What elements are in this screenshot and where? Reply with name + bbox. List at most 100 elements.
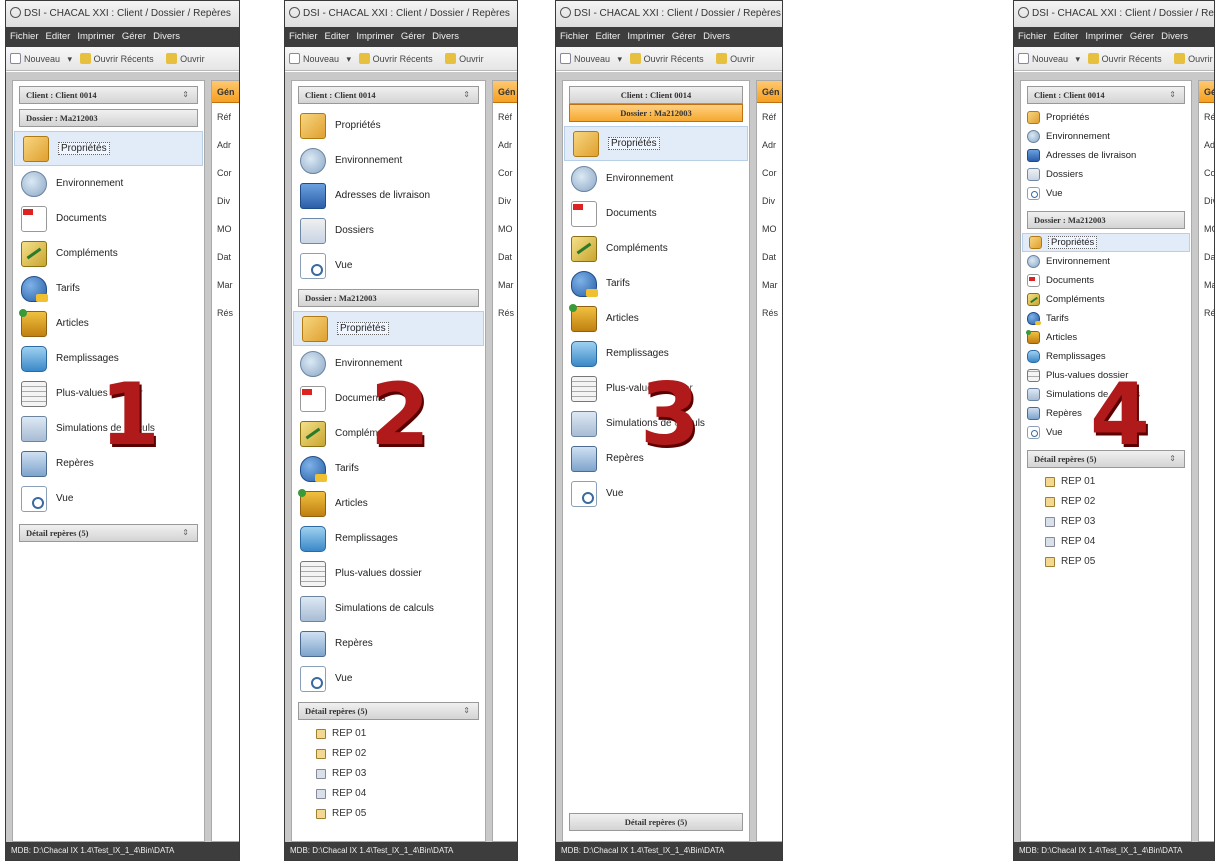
nav-item-plus-values[interactable]: Plus-values dossier [1021, 366, 1191, 385]
menu-editer[interactable]: Editer [325, 31, 350, 42]
menu-imprimer[interactable]: Imprimer [77, 31, 114, 42]
nav-item-dossiers[interactable]: Dossiers [1021, 165, 1191, 184]
nav-item-proprietes[interactable]: Propriétés [14, 131, 203, 166]
recent-button[interactable]: Ouvrir Récents [1087, 53, 1167, 64]
detail-section-header[interactable]: Détail repères (5) ⇕ [1027, 450, 1185, 468]
nav-item-documents[interactable]: Documents [13, 201, 204, 236]
client-section-header[interactable]: Client : Client 0014 [569, 86, 743, 104]
nav-item-tarifs[interactable]: Tarifs [292, 451, 485, 486]
nav-item-documents[interactable]: Documents [292, 381, 485, 416]
menu-gerer[interactable]: Gérer [672, 31, 696, 42]
menu-divers[interactable]: Divers [703, 31, 730, 42]
menu-editer[interactable]: Editer [46, 31, 71, 42]
menu-editer[interactable]: Editer [1054, 31, 1079, 42]
detail-section-header[interactable]: Détail repères (5) ⇕ [298, 702, 479, 720]
nav-item-environnement[interactable]: Environnement [13, 166, 204, 201]
nav-item-remplissages[interactable]: Remplissages [1021, 347, 1191, 366]
nav-item-vue[interactable]: Vue [13, 481, 204, 516]
dossier-section-header[interactable]: Dossier : Ma212003 [19, 109, 198, 127]
menu-gerer[interactable]: Gérer [122, 31, 146, 42]
nav-item-articles[interactable]: Articles [292, 486, 485, 521]
menu-fichier[interactable]: Fichier [289, 31, 318, 42]
repere-item[interactable]: REP 01 [292, 724, 485, 744]
open-button[interactable]: Ouvrir [166, 53, 210, 64]
client-section-header[interactable]: Client : Client 0014 ⇕ [1027, 86, 1185, 104]
client-section-header[interactable]: Client : Client 0014 ⇕ [19, 86, 198, 104]
nav-item-proprietes[interactable]: Propriétés [292, 108, 485, 143]
menu-fichier[interactable]: Fichier [560, 31, 589, 42]
nav-item-vue[interactable]: Vue [563, 476, 749, 511]
recent-button[interactable]: Ouvrir Récents [629, 53, 709, 64]
nav-item-environnement[interactable]: Environnement [292, 143, 485, 178]
repere-item[interactable]: REP 05 [1021, 552, 1191, 572]
menu-imprimer[interactable]: Imprimer [356, 31, 393, 42]
nav-item-environnement[interactable]: Environnement [292, 346, 485, 381]
repere-item[interactable]: REP 02 [1021, 492, 1191, 512]
repere-item[interactable]: REP 02 [292, 744, 485, 764]
repere-item[interactable]: REP 03 [1021, 512, 1191, 532]
nav-item-adresses[interactable]: Adresses de livraison [292, 178, 485, 213]
nav-item-simulations[interactable]: Simulations de calculs [13, 411, 204, 446]
nav-item-dossiers[interactable]: Dossiers [292, 213, 485, 248]
nav-item-reperes[interactable]: Repères [13, 446, 204, 481]
nav-item-reperes[interactable]: Repères [563, 441, 749, 476]
recent-button[interactable]: Ouvrir Récents [358, 53, 438, 64]
nav-item-environnement[interactable]: Environnement [563, 161, 749, 196]
recent-button[interactable]: Ouvrir Récents [79, 53, 159, 64]
repere-item[interactable]: REP 03 [292, 764, 485, 784]
nav-item-articles[interactable]: Articles [563, 301, 749, 336]
menu-gerer[interactable]: Gérer [401, 31, 425, 42]
nav-item-remplissages[interactable]: Remplissages [563, 336, 749, 371]
nav-item-articles[interactable]: Articles [1021, 328, 1191, 347]
menu-fichier[interactable]: Fichier [10, 31, 39, 42]
nav-item-tarifs[interactable]: Tarifs [563, 266, 749, 301]
nav-item-complements[interactable]: Compléments [1021, 290, 1191, 309]
nav-item-adresses[interactable]: Adresses de livraison [1021, 146, 1191, 165]
detail-section-header[interactable]: Détail repères (5) [569, 813, 743, 831]
nav-item-simulations[interactable]: Simulations de calculs [1021, 385, 1191, 404]
nav-item-tarifs[interactable]: Tarifs [1021, 309, 1191, 328]
nav-item-proprietes[interactable]: Propriétés [1022, 233, 1190, 252]
dossier-section-header[interactable]: Dossier : Ma212003 [1027, 211, 1185, 229]
nav-item-vue[interactable]: Vue [292, 661, 485, 696]
nav-item-documents[interactable]: Documents [1021, 271, 1191, 290]
dossier-section-header[interactable]: Dossier : Ma212003 [569, 104, 743, 122]
nav-item-complements[interactable]: Compléments [292, 416, 485, 451]
menu-imprimer[interactable]: Imprimer [1085, 31, 1122, 42]
menu-fichier[interactable]: Fichier [1018, 31, 1047, 42]
nav-item-reperes[interactable]: Repères [292, 626, 485, 661]
nav-item-complements[interactable]: Compléments [13, 236, 204, 271]
repere-item[interactable]: REP 01 [1021, 472, 1191, 492]
nav-item-proprietes[interactable]: Propriétés [293, 311, 484, 346]
nav-item-remplissages[interactable]: Remplissages [13, 341, 204, 376]
nav-item-tarifs[interactable]: Tarifs [13, 271, 204, 306]
menu-divers[interactable]: Divers [153, 31, 180, 42]
menu-divers[interactable]: Divers [432, 31, 459, 42]
nav-item-proprietes[interactable]: Propriétés [1021, 108, 1191, 127]
new-button[interactable]: Nouveau ▾ [10, 53, 72, 64]
nav-item-environnement[interactable]: Environnement [1021, 127, 1191, 146]
nav-item-vue[interactable]: Vue [1021, 423, 1191, 442]
nav-item-plus-values[interactable]: Plus-values dossier [292, 556, 485, 591]
nav-item-documents[interactable]: Documents [563, 196, 749, 231]
nav-item-proprietes[interactable]: Propriétés [564, 126, 748, 161]
open-button[interactable]: Ouvrir [445, 53, 489, 64]
new-button[interactable]: Nouveau ▾ [1018, 53, 1080, 64]
menu-gerer[interactable]: Gérer [1130, 31, 1154, 42]
nav-item-plus-values[interactable]: Plus-values dossier [563, 371, 749, 406]
nav-item-plus-values[interactable]: Plus-values dossier [13, 376, 204, 411]
repere-item[interactable]: REP 05 [292, 804, 485, 824]
repere-item[interactable]: REP 04 [1021, 532, 1191, 552]
client-section-header[interactable]: Client : Client 0014 ⇕ [298, 86, 479, 104]
nav-item-simulations[interactable]: Simulations de calculs [563, 406, 749, 441]
detail-section-header[interactable]: Détail repères (5) ⇕ [19, 524, 198, 542]
nav-item-environnement[interactable]: Environnement [1021, 252, 1191, 271]
nav-item-complements[interactable]: Compléments [563, 231, 749, 266]
nav-item-reperes[interactable]: Repères [1021, 404, 1191, 423]
new-button[interactable]: Nouveau ▾ [289, 53, 351, 64]
new-button[interactable]: Nouveau ▾ [560, 53, 622, 64]
nav-item-vue[interactable]: Vue [1021, 184, 1191, 203]
nav-item-articles[interactable]: Articles [13, 306, 204, 341]
dossier-section-header[interactable]: Dossier : Ma212003 [298, 289, 479, 307]
menu-editer[interactable]: Editer [596, 31, 621, 42]
